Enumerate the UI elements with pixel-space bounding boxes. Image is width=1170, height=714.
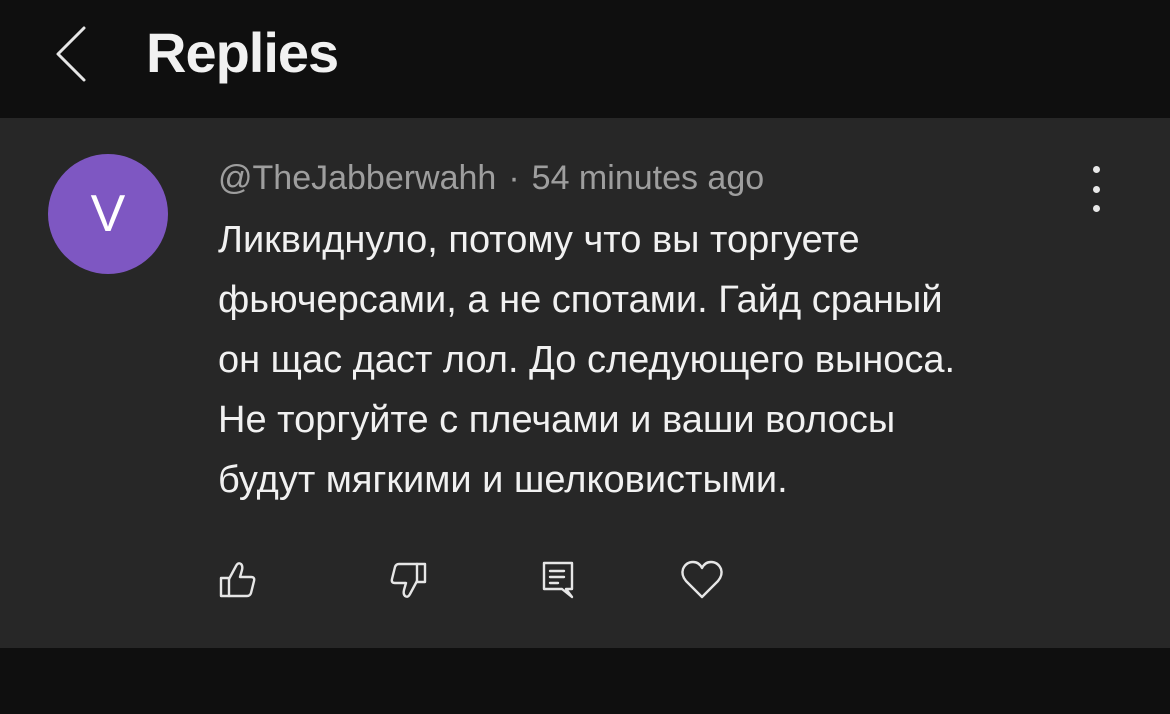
comment-text-line: Ликвиднуло, потому что вы торгуете (218, 219, 860, 261)
comment-actions (0, 550, 1170, 610)
thumbs-down-icon (390, 562, 427, 598)
meta-separator: · (508, 159, 520, 197)
comment-text-line: он щас даст лол. До следующего выноса. (218, 339, 956, 381)
more-options-button[interactable] (1074, 166, 1118, 212)
comment-author[interactable]: @TheJabberwahh (218, 159, 496, 197)
thumbs-up-icon (219, 562, 256, 598)
chevron-left-icon (56, 26, 86, 82)
heart-button[interactable] (672, 550, 732, 610)
back-button[interactable] (40, 14, 100, 94)
comment-card: V @TheJabberwahh · 54 minutes ago Ликвидну… (0, 118, 1170, 648)
comment-text-line: Не торгуйте с плечами и ваши волосы (218, 399, 896, 441)
like-button[interactable] (208, 550, 268, 610)
comment-meta: @TheJabberwahh · 54 minutes ago (218, 156, 764, 200)
more-dot-icon (1092, 166, 1100, 173)
bottom-bar (0, 648, 1170, 714)
comment-time: 54 minutes ago (531, 159, 765, 197)
heart-icon (681, 560, 723, 599)
comment-text: Ликвиднуло, потому что вы торгуете фьюче… (218, 210, 1118, 510)
comment-text-line: будут мягкими и шелковистыми. (218, 459, 788, 501)
page-title: Replies (146, 21, 339, 84)
reply-icon (542, 561, 574, 599)
avatar-letter: V (90, 185, 126, 243)
reply-button[interactable] (528, 550, 588, 610)
avatar[interactable]: V (48, 154, 168, 274)
more-dot-icon (1092, 185, 1100, 193)
comment-text-line: фьючерсами, а не спотами. Гайд сраный (218, 279, 943, 321)
dislike-button[interactable] (378, 550, 438, 610)
header-bar: Replies (0, 0, 1170, 118)
